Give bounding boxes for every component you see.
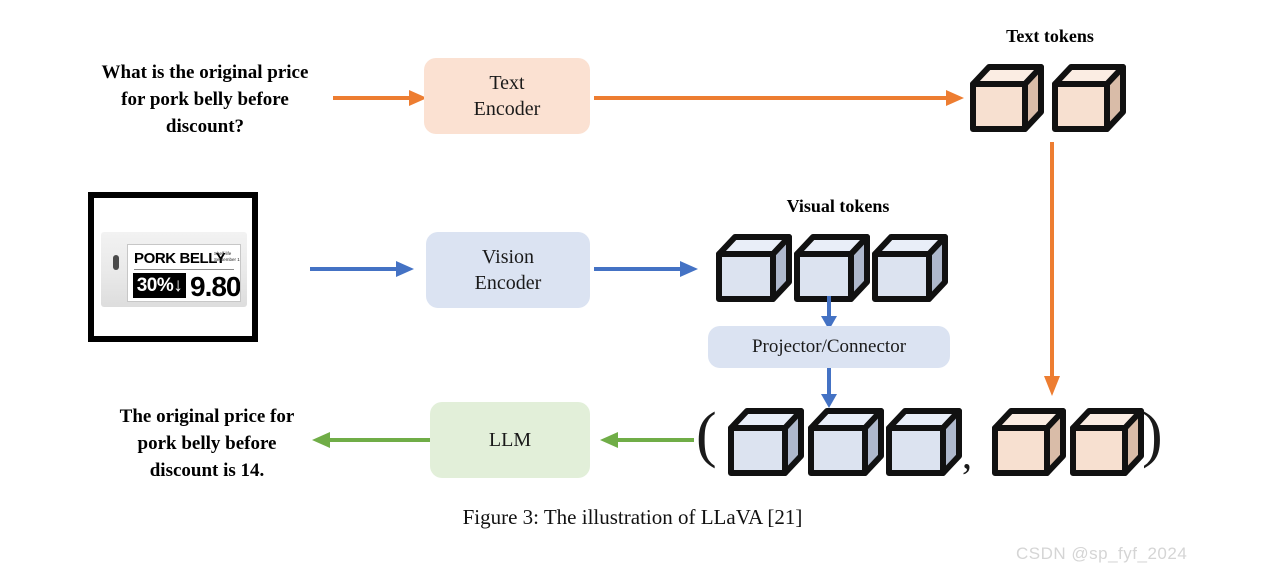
discount-badge: 30%↓: [133, 273, 186, 298]
llm-box[interactable]: LLM: [430, 402, 590, 478]
figure-caption: Figure 3: The illustration of LLaVA [21]: [462, 505, 803, 529]
text-encoder-box[interactable]: Text Encoder: [424, 58, 590, 134]
arrow-sequence-to-llm: [600, 430, 696, 450]
discount-text: 30%↓: [136, 274, 183, 296]
text-token-cube: [1050, 62, 1128, 134]
sequence-text-token-cube: [990, 406, 1068, 478]
price-text: 9.80: [190, 271, 241, 302]
arrow-text-encoder-to-text-tokens: [594, 88, 968, 108]
visual-tokens-label: Visual tokens: [786, 196, 890, 216]
screen-divider: [134, 269, 234, 270]
arrow-image-to-vision-encoder: [310, 259, 420, 279]
text-tokens-label: Text tokens: [1006, 26, 1094, 46]
text-token-cube: [968, 62, 1046, 134]
question-text: What is the original price for pork bell…: [101, 62, 309, 137]
sequence-visual-token-cube: [884, 406, 964, 478]
answer-text: The original price for pork belly before…: [119, 406, 295, 481]
product-name-text: PORK BELLY: [134, 250, 226, 267]
device-screen: PORK BELLY Shelf life September 1 30%↓ 9…: [127, 244, 241, 302]
arrow-visual-tokens-to-projector: [819, 296, 839, 330]
vision-encoder-box[interactable]: Vision Encoder: [426, 232, 590, 308]
sequence-text-token-cube: [1068, 406, 1146, 478]
csdn-watermark: CSDN @sp_fyf_2024: [1016, 544, 1188, 563]
arrow-text-tokens-to-sequence: [1042, 142, 1062, 400]
sequence-separator: ,: [962, 432, 972, 477]
arrow-vision-encoder-to-visual-tokens: [594, 259, 704, 279]
device-indicator-dot: [113, 255, 119, 270]
visual-token-cube: [792, 232, 872, 304]
projector-connector-box[interactable]: Projector/Connector: [708, 326, 950, 368]
shelf-life-text: Shelf life September 1: [214, 251, 240, 262]
sequence-close-paren: ): [1142, 401, 1163, 469]
visual-token-cube: [870, 232, 950, 304]
sequence-open-paren: (: [696, 401, 717, 469]
shelf-label-image: PORK BELLY Shelf life September 1 30%↓ 9…: [88, 192, 258, 342]
arrow-projector-to-sequence: [819, 368, 839, 410]
sequence-visual-token-cube: [726, 406, 806, 478]
figure-canvas: What is the original price for pork bell…: [0, 0, 1265, 583]
visual-token-cube: [714, 232, 794, 304]
arrow-llm-to-answer: [312, 430, 432, 450]
arrow-question-to-text-encoder: [333, 88, 429, 108]
sequence-visual-token-cube: [806, 406, 886, 478]
